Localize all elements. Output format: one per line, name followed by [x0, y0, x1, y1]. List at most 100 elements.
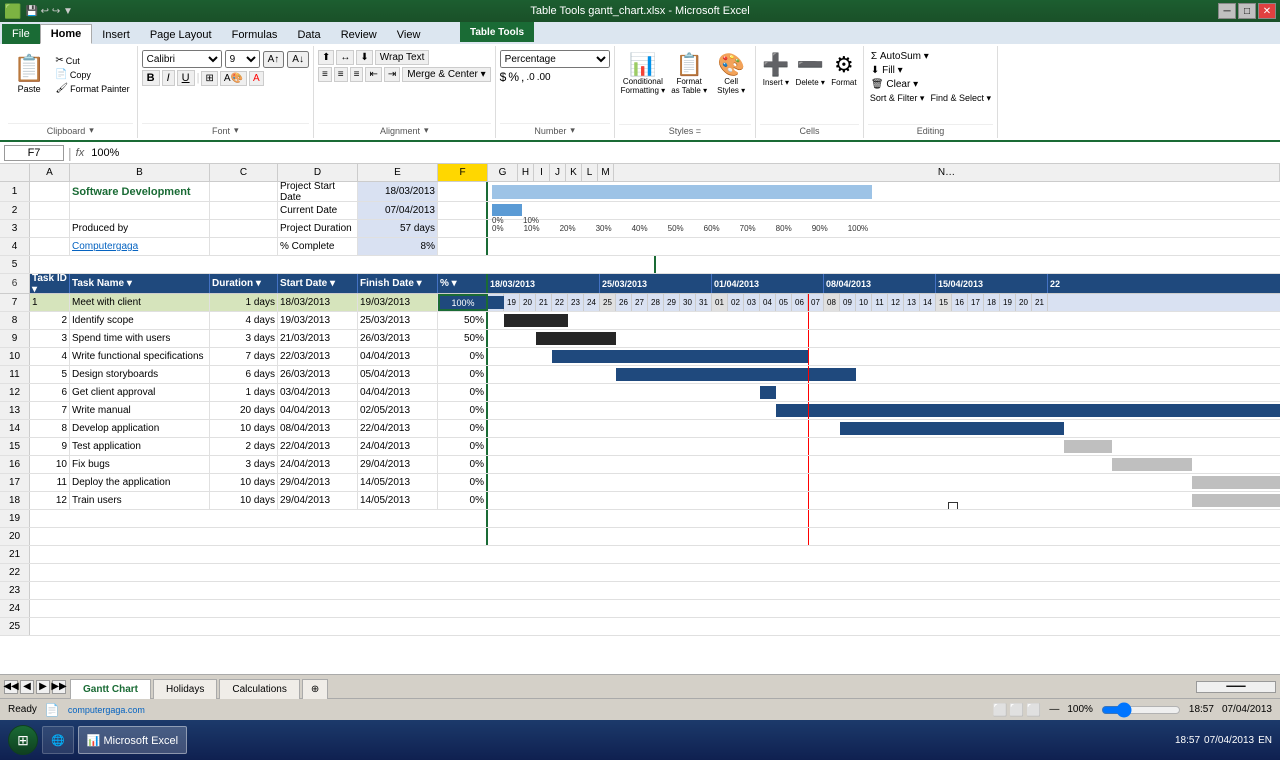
cell-B4[interactable]: Computergaga: [70, 238, 210, 255]
accounting-button[interactable]: $: [500, 70, 507, 84]
row-num-1[interactable]: 1: [0, 182, 30, 201]
sheet-tab-add[interactable]: ⊕: [302, 679, 328, 699]
align-left-button[interactable]: ≡: [318, 67, 332, 82]
col-header-G[interactable]: G: [488, 164, 518, 181]
cell-E1[interactable]: 18/03/2013: [358, 182, 438, 201]
cell-D1[interactable]: Project Start Date: [278, 182, 358, 201]
cell-E3[interactable]: 57 days: [358, 220, 438, 237]
paste-button[interactable]: 📋 Paste: [8, 50, 50, 97]
view-normal-icon[interactable]: ⬜: [992, 703, 1007, 717]
cell-B3[interactable]: Produced by: [70, 220, 210, 237]
row-num-6[interactable]: 6: [0, 274, 30, 293]
format-button[interactable]: ⚙ Format: [829, 50, 859, 89]
cell-B1[interactable]: Software Development: [70, 182, 210, 201]
underline-button[interactable]: U: [177, 70, 195, 86]
col-header-M[interactable]: M: [598, 164, 614, 181]
col-header-B[interactable]: B: [70, 164, 210, 181]
increase-indent-button[interactable]: ⇥: [384, 67, 400, 82]
restore-button[interactable]: □: [1238, 3, 1256, 19]
col-header-A[interactable]: A: [30, 164, 70, 181]
border-button[interactable]: ⊞: [201, 71, 217, 86]
find-select-button[interactable]: Find & Select ▾: [928, 92, 993, 105]
cell-C1[interactable]: [210, 182, 278, 201]
header-start-date[interactable]: Start Date ▾: [278, 274, 358, 293]
align-right-button[interactable]: ≡: [350, 67, 364, 82]
align-center-button[interactable]: ≡: [334, 67, 348, 82]
italic-button[interactable]: I: [162, 70, 175, 86]
autosum-button[interactable]: Σ AutoSum ▾: [868, 50, 993, 63]
wrap-text-button[interactable]: Wrap Text: [375, 50, 430, 65]
cell-D7[interactable]: 18/03/2013: [278, 294, 358, 311]
merge-center-button[interactable]: Merge & Center ▾: [402, 67, 490, 82]
sort-filter-button[interactable]: Sort & Filter ▾: [868, 92, 927, 105]
view-layout-icon[interactable]: ⬜: [1009, 703, 1024, 717]
cell-E4[interactable]: 8%: [358, 238, 438, 255]
fill-button[interactable]: ⬇ Fill ▾: [868, 64, 993, 77]
sheet-nav-last[interactable]: ▶▶: [52, 680, 66, 694]
row-num-2[interactable]: 2: [0, 202, 30, 219]
row-num-5[interactable]: 5: [0, 256, 30, 273]
sheet-nav-prev[interactable]: ◀: [20, 680, 34, 694]
number-format-select[interactable]: Percentage: [500, 50, 610, 68]
sheet-tab-gantt[interactable]: Gantt Chart: [70, 679, 151, 699]
cell-C7[interactable]: 1 days: [210, 294, 278, 311]
delete-button[interactable]: ➖ Delete ▾: [794, 50, 827, 89]
col-header-J[interactable]: J: [550, 164, 566, 181]
cell-D3[interactable]: Project Duration: [278, 220, 358, 237]
row-num-4[interactable]: 4: [0, 238, 30, 255]
col-header-C[interactable]: C: [210, 164, 278, 181]
increase-font-button[interactable]: A↑: [263, 51, 285, 68]
tab-home[interactable]: Home: [40, 24, 93, 44]
font-size-select[interactable]: 9: [225, 50, 260, 68]
cell-F7[interactable]: 100%: [438, 294, 488, 311]
minimize-button[interactable]: ─: [1218, 3, 1236, 19]
col-header-I[interactable]: I: [534, 164, 550, 181]
header-duration[interactable]: Duration ▾: [210, 274, 278, 293]
formula-input[interactable]: [88, 146, 1276, 160]
header-task-id[interactable]: Task ID ▾: [30, 274, 70, 293]
cell-D4[interactable]: % Complete: [278, 238, 358, 255]
tab-data[interactable]: Data: [287, 26, 330, 44]
decrease-font-button[interactable]: A↓: [287, 51, 309, 68]
decrease-indent-button[interactable]: ⇤: [365, 67, 381, 82]
col-header-L[interactable]: L: [582, 164, 598, 181]
bold-button[interactable]: B: [142, 70, 160, 86]
horizontal-scroll[interactable]: ━━━━: [1196, 681, 1276, 693]
sheet-nav-first[interactable]: ◀◀: [4, 680, 18, 694]
header-task-name[interactable]: Task Name ▾: [70, 274, 210, 293]
increase-decimal-button[interactable]: .00: [537, 72, 551, 83]
col-header-F[interactable]: F: [438, 164, 488, 181]
taskbar-browser[interactable]: 🌐: [42, 726, 74, 754]
insert-button[interactable]: ➕ Insert ▾: [760, 50, 791, 89]
comma-button[interactable]: ,: [521, 70, 524, 84]
sheet-tab-calculations[interactable]: Calculations: [219, 679, 299, 699]
cell-E2[interactable]: 07/04/2013: [358, 202, 438, 219]
tab-view[interactable]: View: [387, 26, 431, 44]
cell-D2[interactable]: Current Date: [278, 202, 358, 219]
cell-B7[interactable]: Meet with client: [70, 294, 210, 311]
col-header-H[interactable]: H: [518, 164, 534, 181]
col-header-E[interactable]: E: [358, 164, 438, 181]
format-painter-button[interactable]: 🖌 Format Painter: [52, 82, 132, 95]
fill-color-button[interactable]: A🎨: [220, 71, 247, 86]
header-pct[interactable]: % ▾: [438, 274, 488, 293]
sheet-nav-next[interactable]: ▶: [36, 680, 50, 694]
tab-file[interactable]: File: [2, 24, 40, 44]
view-pagebreak-icon[interactable]: ⬜: [1026, 703, 1041, 717]
header-finish-date[interactable]: Finish Date ▾: [358, 274, 438, 293]
align-bottom-button[interactable]: ⬇: [356, 50, 372, 65]
col-header-K[interactable]: K: [566, 164, 582, 181]
clear-button[interactable]: 🗑 Clear ▾: [868, 78, 993, 91]
start-button[interactable]: ⊞: [8, 725, 38, 755]
col-header-N[interactable]: N…: [614, 164, 1280, 181]
format-as-table-button[interactable]: 📋 Formatas Table ▾: [669, 50, 709, 98]
tab-insert[interactable]: Insert: [92, 26, 140, 44]
cell-A7[interactable]: 1: [30, 294, 70, 311]
tab-formulas[interactable]: Formulas: [222, 26, 288, 44]
close-button[interactable]: ✕: [1258, 3, 1276, 19]
conditional-formatting-button[interactable]: 📊 ConditionalFormatting ▾: [619, 50, 667, 98]
row-num-3[interactable]: 3: [0, 220, 30, 237]
cell-A1[interactable]: [30, 182, 70, 201]
cell-F1[interactable]: [438, 182, 488, 201]
col-header-D[interactable]: D: [278, 164, 358, 181]
